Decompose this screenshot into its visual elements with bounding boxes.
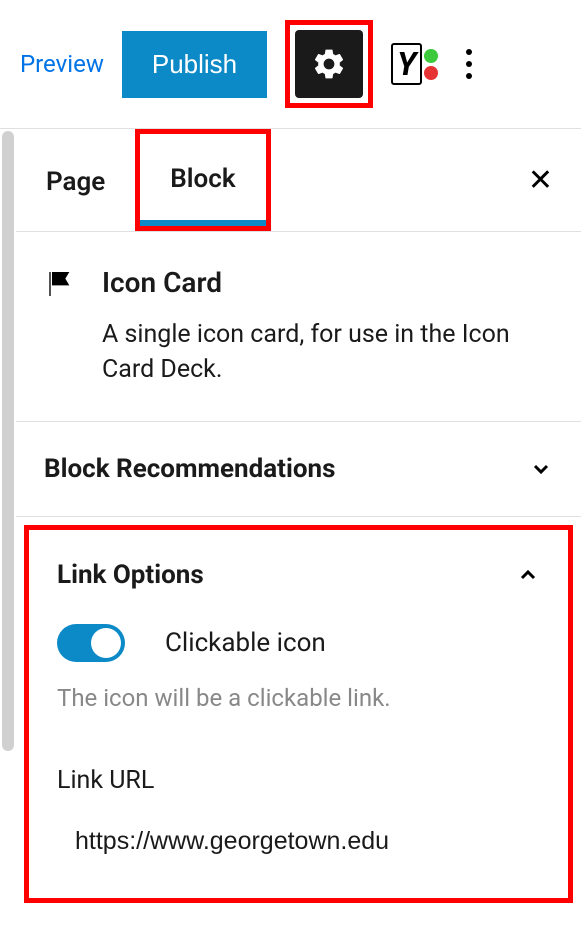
chevron-up-icon [516, 563, 540, 587]
highlight-link-options: Link Options Clickable icon The icon wil… [24, 525, 573, 903]
clickable-icon-toggle[interactable] [57, 624, 125, 662]
link-url-input[interactable] [57, 815, 540, 868]
section-title: Block Recommendations [44, 454, 335, 484]
scrollbar[interactable] [2, 131, 14, 751]
toggle-label: Clickable icon [165, 628, 326, 658]
link-url-label: Link URL [29, 752, 568, 815]
link-options-header[interactable]: Link Options [29, 530, 568, 614]
block-title: Icon Card [102, 266, 553, 299]
yoast-icon: Y [391, 43, 422, 85]
close-panel-button[interactable]: ✕ [528, 163, 553, 198]
highlight-block-tab: Block [135, 129, 270, 231]
flag-icon [44, 268, 76, 300]
chevron-down-icon [529, 457, 553, 481]
more-options-button[interactable] [456, 39, 482, 89]
tab-page[interactable]: Page [16, 137, 135, 223]
preview-link[interactable]: Preview [20, 50, 104, 78]
settings-button[interactable] [295, 30, 363, 98]
yoast-status-dots [424, 49, 438, 80]
toggle-knob [91, 628, 121, 658]
section-title: Link Options [57, 560, 204, 590]
block-recommendations-header[interactable]: Block Recommendations [16, 422, 581, 516]
block-description: A single icon card, for use in the Icon … [102, 317, 553, 387]
block-info-section: Icon Card A single icon card, for use in… [16, 232, 581, 422]
publish-button[interactable]: Publish [122, 31, 267, 98]
toggle-help-text: The icon will be a clickable link. [29, 680, 568, 752]
gear-icon [311, 46, 347, 82]
yoast-button[interactable]: Y [391, 43, 438, 85]
tab-block[interactable]: Block [140, 134, 265, 226]
highlight-settings [285, 20, 373, 108]
